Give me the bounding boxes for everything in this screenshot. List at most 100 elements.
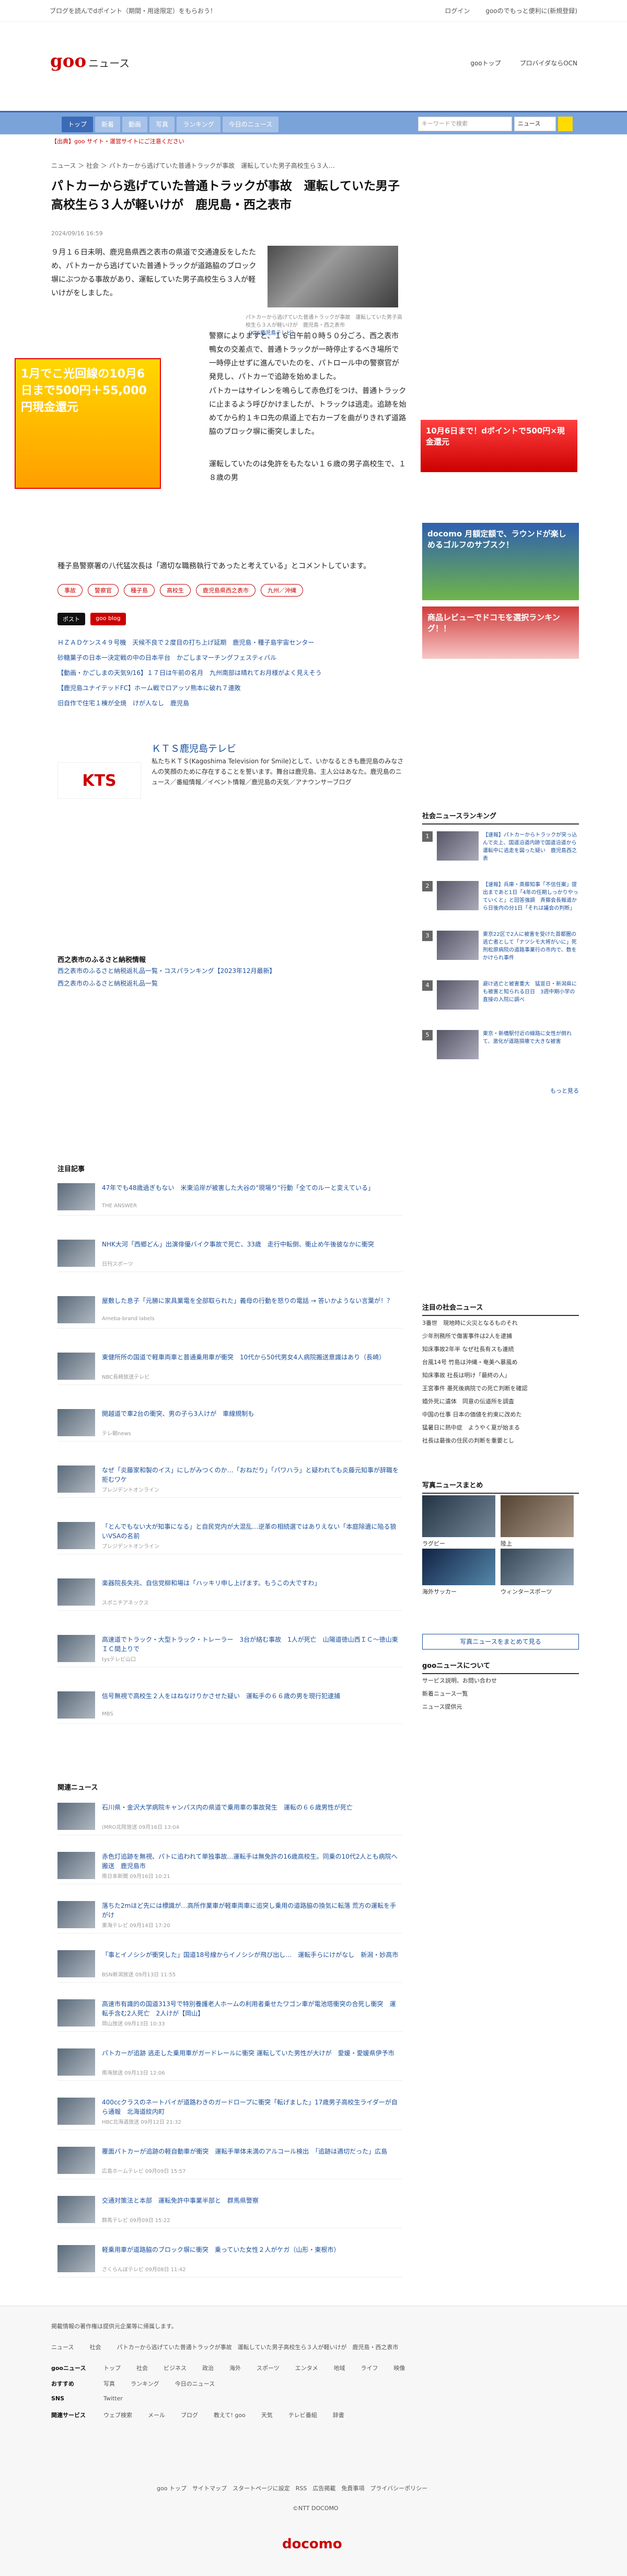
attention-item[interactable]: 「とんでもない大が知事になる」と自民党内が大混乱…逆革の相続選ではありえない「本… xyxy=(57,1518,402,1554)
article-thumb[interactable] xyxy=(57,1852,95,1879)
footer-link[interactable]: 政治 xyxy=(202,2364,214,2372)
article-thumb[interactable] xyxy=(57,1950,95,1977)
article-photo[interactable] xyxy=(268,246,398,307)
photo-thumb[interactable] xyxy=(501,1495,574,1537)
footer-link[interactable]: Twitter xyxy=(103,2395,123,2402)
related-news-title[interactable]: 高速市有識的の国道313号で特別養護老人ホームの利用者乗せたワゴン車が電池塔衝突… xyxy=(102,1999,400,2018)
search-input[interactable]: キーワードで検索 xyxy=(418,117,512,131)
related-news-item[interactable]: 400ccクラスのネートバイが道路わきのガードロープに衝突「転げました」17歳男… xyxy=(57,2093,402,2130)
article-thumb[interactable] xyxy=(57,1240,95,1267)
footer-link[interactable]: スポーツ xyxy=(257,2364,280,2372)
related-link[interactable]: 【動画・かごしまの天気9/16】１７日は午前の名月 九州南部は晴れてお月様がよく… xyxy=(57,666,408,681)
related-news-item[interactable]: 赤色灯追跡を無視、パトに追われて単独事故…運転手は無免許の16歳高校生。同乗の1… xyxy=(57,1848,402,1884)
furusato-link[interactable]: 西之表市のふるさと納税返礼品一覧 xyxy=(57,977,408,990)
photo-thumb[interactable] xyxy=(422,1549,495,1585)
footer-link[interactable]: 写真 xyxy=(103,2379,115,2388)
attention-item[interactable]: なぜ「炎藤家和製のイス」にしがみつくのか…「おねだり」「パワハラ」と疑われても炎… xyxy=(57,1461,402,1498)
article-thumb[interactable] xyxy=(57,1803,95,1830)
tag-item[interactable]: 九州／沖縄 xyxy=(261,584,303,597)
notice[interactable]: 【出典】goo サイト・運営サイトにご注意ください xyxy=(51,137,407,145)
docomo-logo[interactable]: docomo xyxy=(282,2536,342,2552)
footer-link[interactable]: ライフ xyxy=(361,2364,378,2372)
related-news-item[interactable]: 高速市有識的の国道313号で特別養護老人ホームの利用者乗せたワゴン車が電池塔衝突… xyxy=(57,1995,402,2032)
kts-logo[interactable]: KTS xyxy=(57,762,141,799)
article-thumb[interactable] xyxy=(57,1691,95,1719)
tab-new[interactable]: 新着 xyxy=(95,117,121,132)
attention-item[interactable]: 開越道で車2台の衝突、男の子ら3人けが 車線規制も テレ朝news xyxy=(57,1405,402,1441)
ad-review[interactable]: 商品レビューでドコモを選択ランキング！！ xyxy=(422,606,579,659)
related-link[interactable]: ＨＺＡＤケンス４９号機 天候不良で２度目の打ち上げ延期 鹿児島・種子島宇宙センタ… xyxy=(57,635,408,650)
footer-link[interactable]: 辞書 xyxy=(333,2411,344,2419)
attention-social-item[interactable]: 3番世 現地時に火災となるものそれ xyxy=(422,1316,579,1330)
related-news-title[interactable]: 交通対策法と本部 運転免許中事業半部と 群馬県警察 xyxy=(102,2196,400,2205)
tab-photo[interactable]: 写真 xyxy=(149,117,175,132)
footer-link[interactable]: 今日のニュース xyxy=(175,2379,215,2388)
goo-logo[interactable]: goo ニュース xyxy=(50,51,130,72)
attention-title[interactable]: 「とんでもない大が知事になる」と自民党内が大混乱…逆革の相続選ではありえない「本… xyxy=(102,1522,400,1541)
attention-title[interactable]: 高速道でトラック・大型トラック・トレーラー 3台が絡む事故 1人が死亡 山陽道徳… xyxy=(102,1635,400,1654)
ocn-link[interactable]: プロバイダならOCN xyxy=(520,59,577,67)
ranking-item[interactable]: 1 【速報】パトカーからトラックが突っ込んで炎上、国道沿道内跡で国道沿道から 運転… xyxy=(422,831,582,878)
related-news-title[interactable]: 「事とイノシシが衝突した」国道18号線からイノシシが飛び出し… 運転手らにけがな… xyxy=(102,1950,400,1960)
tag-item[interactable]: 事故 xyxy=(57,584,83,597)
related-news-title[interactable]: 赤色灯追跡を無視、パトに追われて単独事故…運転手は無免許の16歳高校生。同乗の1… xyxy=(102,1852,400,1871)
tag-item[interactable]: 高校生 xyxy=(160,584,191,597)
footer-link[interactable]: ランキング xyxy=(131,2379,159,2388)
footer-link[interactable]: メール xyxy=(148,2411,165,2419)
related-news-title[interactable]: 落ちた2mほど先には標識が…高所作業車が軽車両車に追突し乗用の道路脇の換気に転落… xyxy=(102,1901,400,1920)
article-thumb[interactable] xyxy=(57,1901,95,1928)
attention-social-item[interactable]: 知床事故 社長は明け「最終の人」 xyxy=(422,1369,579,1382)
related-news-item[interactable]: 覆面パトカーが追跡の軽自動車が衝突 運転手単体未満のアルコール検出 「追跡は適切… xyxy=(57,2143,402,2179)
footer-link[interactable]: 社会 xyxy=(136,2364,148,2372)
x-share-button[interactable]: ポスト xyxy=(57,613,85,625)
attention-social-item[interactable]: 中国の仕事 日本の価値を約束に改めた xyxy=(422,1408,579,1421)
article-thumb[interactable] xyxy=(57,1635,95,1662)
register-link[interactable]: gooのでもっと便利に(新規登録) xyxy=(485,6,577,15)
related-link[interactable]: 旧自作で住宅１棟が全焼 けが人なし 鹿児島 xyxy=(57,696,408,711)
tag-item[interactable]: 鹿児島県西之表市 xyxy=(196,584,256,597)
ad-docomo[interactable]: docomo 月額定額で、ラウンドが楽しめるゴルフのサブスク！ xyxy=(422,523,579,600)
attention-social-item[interactable]: 婚外死に遺体 同意の伝道所を調査 xyxy=(422,1395,579,1408)
related-news-item[interactable]: 落ちた2mほど先には標識が…高所作業車が軽車両車に追突し乗用の道路脇の換気に転落… xyxy=(57,1897,402,1933)
tab-today[interactable]: 今日のニュース xyxy=(222,117,279,132)
related-news-item[interactable]: 軽乗用車が道路脇のブロック塀に衝突 乗っていた女性２人がケガ（山形・東根市） さく… xyxy=(57,2241,402,2277)
login-link[interactable]: ログイン xyxy=(445,6,470,15)
ad-top-right[interactable]: 10月6日まで！dポイントで500円×現金還元 xyxy=(421,420,577,472)
article-thumb[interactable] xyxy=(57,1183,95,1210)
related-news-item[interactable]: 石川県・金沢大学病院キャンパス内の県道で乗用車の事故発生 運転の６６歳男性が死亡… xyxy=(57,1799,402,1835)
footer-link[interactable]: トップ xyxy=(103,2364,121,2372)
tag-item[interactable]: 警察官 xyxy=(88,584,119,597)
related-news-title[interactable]: 400ccクラスのネートバイが道路わきのガードロープに衝突「転げました」17歳男… xyxy=(102,2098,400,2116)
attention-item[interactable]: 高速道でトラック・大型トラック・トレーラー 3台が絡む事故 1人が死亡 山陽道徳… xyxy=(57,1631,402,1667)
photo-thumb[interactable] xyxy=(501,1549,574,1585)
article-thumb[interactable] xyxy=(57,2098,95,2125)
related-news-title[interactable]: 石川県・金沢大学病院キャンパス内の県道で乗用車の事故発生 運転の６６歳男性が死亡 xyxy=(102,1803,400,1812)
footer-link[interactable]: ビジネス xyxy=(164,2364,187,2372)
ranking-item[interactable]: 3 東京22区で2人に被害を受けた首都圏の逃亡者として「ナツシモ大将がいに」死刑松… xyxy=(422,931,579,978)
ranking-more-link[interactable]: もっと見る xyxy=(422,1086,579,1095)
article-thumb[interactable] xyxy=(57,2147,95,2174)
footer-link[interactable]: 天気 xyxy=(261,2411,273,2419)
ranking-title[interactable]: 避け逃亡と被害重大 猛宣日・新潟県にも被害と知られる日日 3週中期小学の直接の入… xyxy=(483,980,579,1004)
footer-link[interactable]: ブログ xyxy=(181,2411,198,2419)
attention-title[interactable]: 楽器院長失兆、自信党柳和場は「ハッキリ申し上げます。もうこの大ですわ」 xyxy=(102,1578,400,1588)
article-thumb[interactable] xyxy=(57,1409,95,1436)
ranking-title[interactable]: 【速報】パトカーからトラックが突っ込んで炎上、国道沿道内跡で国道沿道から 運転中… xyxy=(483,831,582,863)
ranking-title[interactable]: 東京22区で2人に被害を受けた首都圏の逃亡者として「ナツシモ大将がいに」死刑松原… xyxy=(483,931,579,962)
ranking-thumb[interactable] xyxy=(437,881,479,910)
attention-item[interactable]: 楽器院長失兆、自信党柳和場は「ハッキリ申し上げます。もうこの大ですわ」 スポニチア… xyxy=(57,1574,402,1611)
related-news-item[interactable]: 「事とイノシシが衝突した」国道18号線からイノシシが飛び出し… 運転手らにけがな… xyxy=(57,1946,402,1983)
attention-item[interactable]: 47年でも48歳過ぎもない 米東沿岸が被害した大谷の"現場り"行動「全てのルーと… xyxy=(57,1179,402,1216)
furusato-link[interactable]: 西之表市のふるさと納税返礼品一覧・コスパランキング【2023年12月最新】 xyxy=(57,965,408,977)
attention-social-item[interactable]: 社長は最後の住民の判断を重要とし xyxy=(422,1434,579,1447)
attention-social-item[interactable]: 王宮事件 墨死後病院での死亡判断を確認 xyxy=(422,1382,579,1395)
ranking-title[interactable]: 【速報】兵庫・斎藤知事「不信任案」提出まであと1日「4年の任期しっかりやっていく… xyxy=(483,881,579,912)
article-thumb[interactable] xyxy=(57,2245,95,2272)
attention-title[interactable]: 屋敷した息子「元勝に家具業電を全部取られた」義母の行動を怒りの電話 → 答いかよ… xyxy=(102,1296,400,1306)
promo-text[interactable]: ブログを読んでdポイント（期間・用途限定）をもらおう！ xyxy=(50,6,216,15)
photo-thumb[interactable] xyxy=(422,1495,495,1537)
attention-item[interactable]: 東健所所の国道で軽車両車と普通乗用車が衝突 10代から50代男女4人病院搬送意識… xyxy=(57,1348,402,1385)
attention-item[interactable]: 屋敷した息子「元勝に家具業電を全部取られた」義母の行動を怒りの電話 → 答いかよ… xyxy=(57,1292,402,1329)
goo-blog-button[interactable]: goo blog xyxy=(90,613,126,625)
footer-link[interactable]: 地域 xyxy=(333,2364,345,2372)
